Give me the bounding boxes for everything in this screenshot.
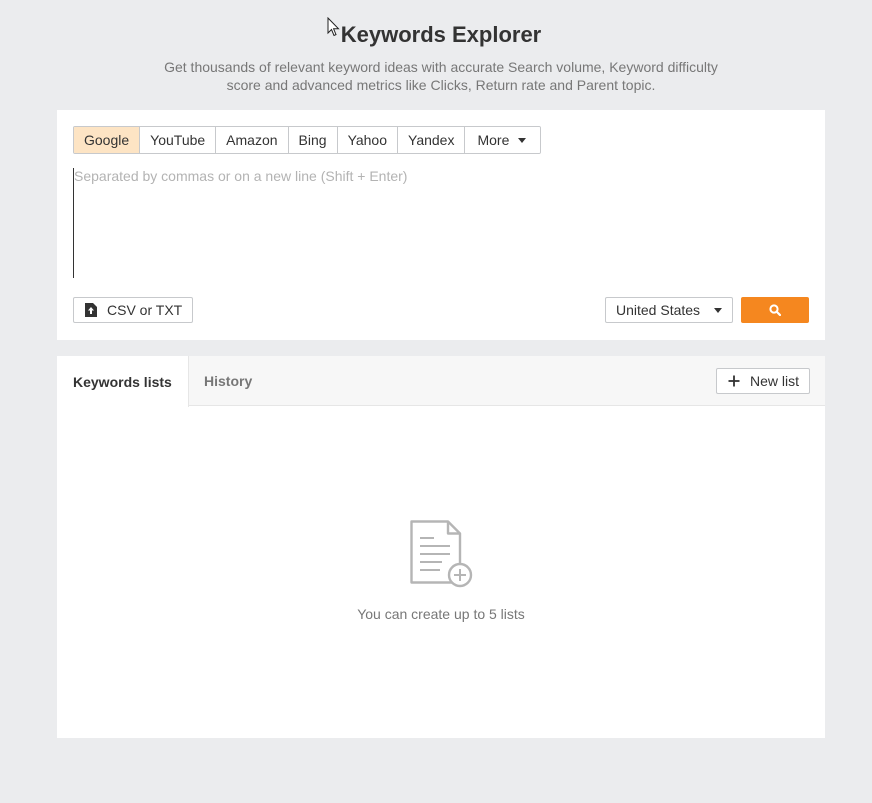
empty-state-message: You can create up to 5 lists <box>357 606 525 622</box>
engine-tab-youtube[interactable]: YouTube <box>140 127 217 153</box>
engine-tab-bing[interactable]: Bing <box>288 127 338 153</box>
country-select-value: United States <box>616 302 701 318</box>
page-title: Keywords Explorer <box>340 22 542 47</box>
new-list-label: New list <box>750 373 800 389</box>
tab-history[interactable]: History <box>204 356 252 406</box>
document-add-icon <box>410 520 473 588</box>
chevron-down-icon <box>518 137 527 143</box>
upload-file-button[interactable]: CSV or TXT <box>73 297 194 323</box>
engine-tab-yandex[interactable]: Yandex <box>398 127 466 153</box>
page-subtitle: Get thousands of relevant keyword ideas … <box>164 59 718 93</box>
engine-more-dropdown[interactable]: More <box>465 127 541 153</box>
search-engine-tabs: Google YouTube Amazon Bing Yahoo Yandex … <box>73 126 542 154</box>
new-list-button[interactable]: New list <box>716 368 811 394</box>
plus-icon <box>728 375 740 387</box>
search-panel: Google YouTube Amazon Bing Yahoo Yandex … <box>57 110 825 340</box>
country-select[interactable]: United States <box>605 297 733 323</box>
tab-keywords-lists[interactable]: Keywords lists <box>57 356 189 407</box>
engine-tab-yahoo[interactable]: Yahoo <box>337 127 399 153</box>
engine-tab-google[interactable]: Google <box>74 127 141 153</box>
engine-tab-amazon[interactable]: Amazon <box>216 127 289 153</box>
upload-file-label: CSV or TXT <box>107 302 183 318</box>
chevron-down-icon <box>714 307 722 313</box>
lists-header: Keywords lists History New list <box>57 356 825 407</box>
upload-file-icon <box>85 303 97 317</box>
search-icon <box>769 304 781 316</box>
search-button[interactable] <box>741 297 809 323</box>
keyword-lists-panel: Keywords lists History New list You can … <box>57 356 825 738</box>
keywords-input[interactable] <box>73 168 810 278</box>
engine-more-label: More <box>477 132 510 148</box>
